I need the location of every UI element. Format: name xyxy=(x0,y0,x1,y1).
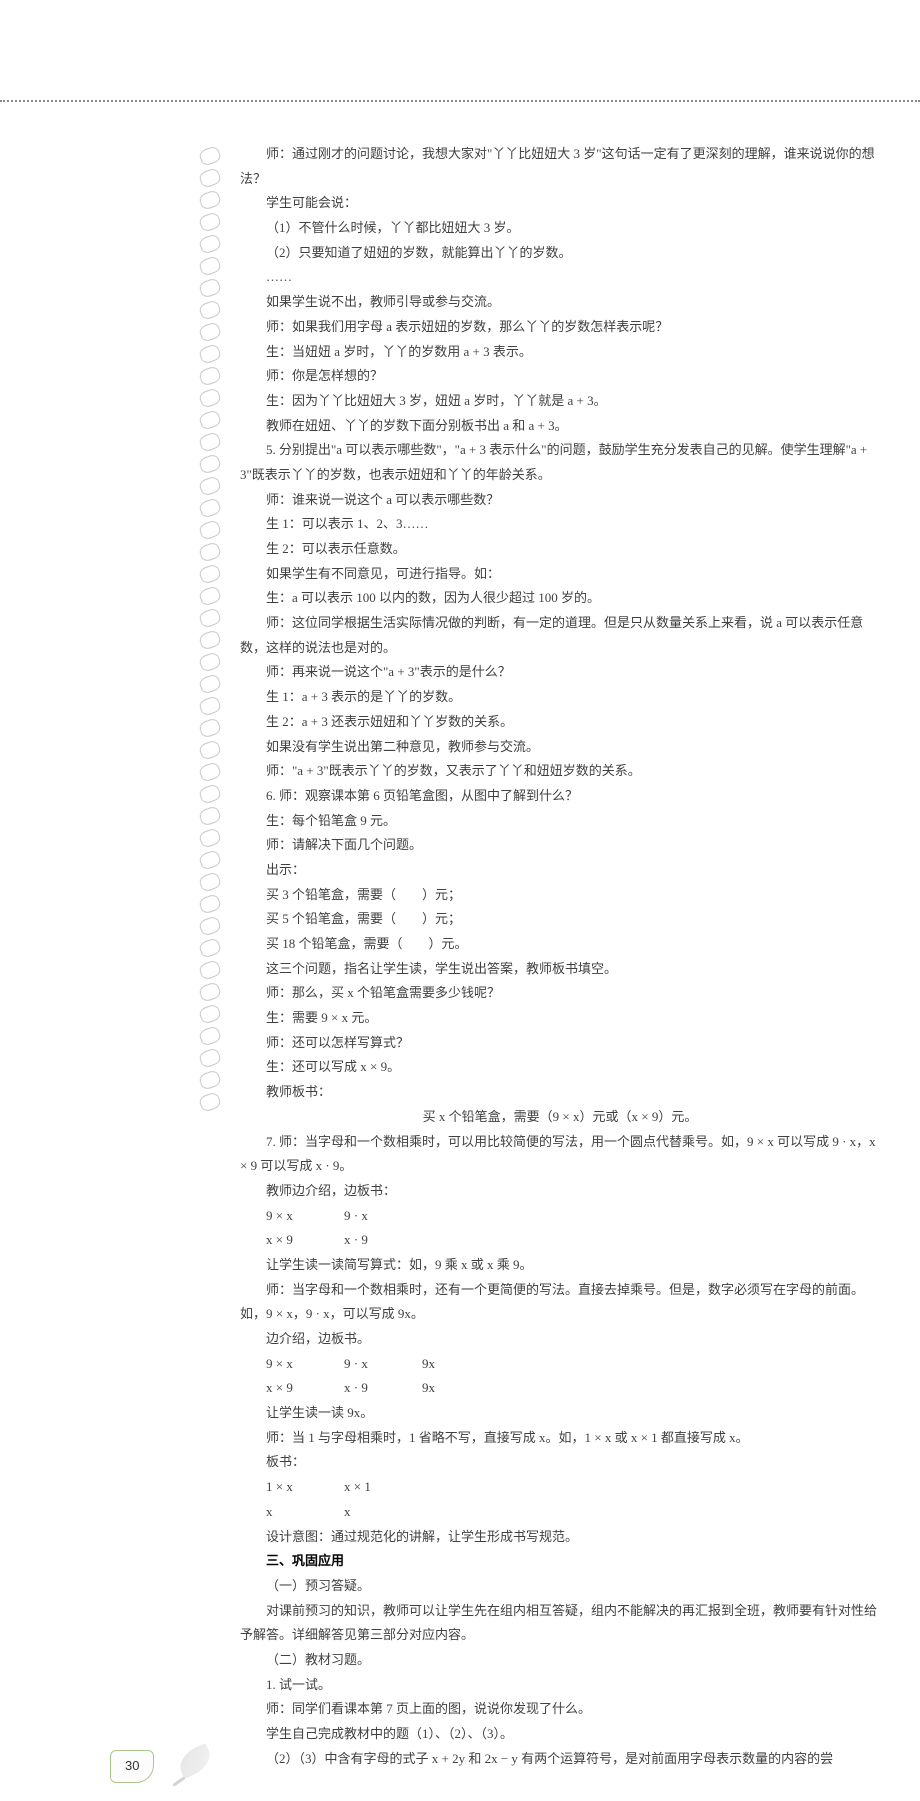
section-heading: 三、巩固应用 xyxy=(240,1549,880,1574)
body-text: 师：这位同学根据生活实际情况做的判断，有一定的道理。但是只从数量关系上来看，说 … xyxy=(240,611,880,660)
body-text: 生：每个铅笔盒 9 元。 xyxy=(240,809,880,834)
body-text: 师：通过刚才的问题讨论，我想大家对"丫丫比妞妞大 3 岁"这句话一定有了更深刻的… xyxy=(240,142,880,191)
board-table: 1 × xx × 1 xx xyxy=(266,1475,880,1524)
body-text: 师：同学们看课本第 7 页上面的图，说说你发现了什么。 xyxy=(240,1697,880,1722)
body-text: 出示： xyxy=(240,858,880,883)
body-text: 对课前预习的知识，教师可以让学生先在组内相互答疑，组内不能解决的再汇报到全班，教… xyxy=(240,1599,880,1648)
board-table: 9 × x9 · x x × 9x · 9 xyxy=(266,1204,880,1253)
body-text: 买 5 个铅笔盒，需要（ ）元； xyxy=(240,907,880,932)
body-text: 边介绍，边板书。 xyxy=(240,1327,880,1352)
body-text: 让学生读一读 9x。 xyxy=(240,1401,880,1426)
feather-icon xyxy=(172,1749,222,1783)
body-text: 6. 师：观察课本第 6 页铅笔盒图，从图中了解到什么？ xyxy=(240,784,880,809)
cell: 9 × x xyxy=(266,1204,344,1229)
body-text: 师："a + 3"既表示丫丫的岁数，又表示了丫丫和妞妞岁数的关系。 xyxy=(240,759,880,784)
body-text: 如果没有学生说出第二种意见，教师参与交流。 xyxy=(240,735,880,760)
body-text: …… xyxy=(240,265,880,290)
cell: 9x xyxy=(422,1376,500,1401)
cell: x × 1 xyxy=(344,1475,422,1500)
body-text: 买 18 个铅笔盒，需要（ ）元。 xyxy=(240,932,880,957)
body-text: 生 1：a + 3 表示的是丫丫的岁数。 xyxy=(240,685,880,710)
body-text: 师：再来说一说这个"a + 3"表示的是什么？ xyxy=(240,660,880,685)
page-body: 师：通过刚才的问题讨论，我想大家对"丫丫比妞妞大 3 岁"这句话一定有了更深刻的… xyxy=(0,142,920,1801)
body-text: 师：你是怎样想的？ xyxy=(240,364,880,389)
body-text: 板书： xyxy=(240,1450,880,1475)
body-text: （2）只要知道了妞妞的岁数，就能算出丫丫的岁数。 xyxy=(240,241,880,266)
body-text: 教师板书： xyxy=(240,1080,880,1105)
body-text: 师：当字母和一个数相乘时，还有一个更简便的写法。直接去掉乘号。但是，数字必须写在… xyxy=(240,1278,880,1327)
body-text: 7. 师：当字母和一个数相乘时，可以用比较简便的写法，用一个圆点代替乘号。如，9… xyxy=(240,1130,880,1179)
body-text: 设计意图：通过规范化的讲解，让学生形成书写规范。 xyxy=(240,1525,880,1550)
body-text: 生 1：可以表示 1、2、3…… xyxy=(240,512,880,537)
page-content: 师：通过刚才的问题讨论，我想大家对"丫丫比妞妞大 3 岁"这句话一定有了更深刻的… xyxy=(240,142,880,1771)
cell: x · 9 xyxy=(344,1228,422,1253)
body-text: （一）预习答疑。 xyxy=(240,1574,880,1599)
cell: 9 · x xyxy=(344,1352,422,1377)
body-text: 师：那么，买 x 个铅笔盒需要多少钱呢？ xyxy=(240,981,880,1006)
body-text: 师：当 1 与字母相乘时，1 省略不写，直接写成 x。如，1 × x 或 x ×… xyxy=(240,1426,880,1451)
page-footer: 30 xyxy=(110,1749,222,1783)
body-text: 如果学生说不出，教师引导或参与交流。 xyxy=(240,290,880,315)
body-text: 生 2：可以表示任意数。 xyxy=(240,537,880,562)
cell: 1 × x xyxy=(266,1475,344,1500)
cell: 9x xyxy=(422,1352,500,1377)
cell: x × 9 xyxy=(266,1228,344,1253)
body-text: 师：如果我们用字母 a 表示妞妞的岁数，那么丫丫的岁数怎样表示呢？ xyxy=(240,315,880,340)
body-text: 教师在妞妞、丫丫的岁数下面分别板书出 a 和 a + 3。 xyxy=(240,414,880,439)
body-text: 如果学生有不同意见，可进行指导。如： xyxy=(240,562,880,587)
body-text: 5. 分别提出"a 可以表示哪些数"，"a + 3 表示什么"的问题，鼓励学生充… xyxy=(240,438,880,487)
body-text: 让学生读一读简写算式：如，9 乘 x 或 x 乘 9。 xyxy=(240,1253,880,1278)
body-text: 师：谁来说一说这个 a 可以表示哪些数？ xyxy=(240,488,880,513)
body-text: 生：当妞妞 a 岁时，丫丫的岁数用 a + 3 表示。 xyxy=(240,340,880,365)
body-text: 师：还可以怎样写算式？ xyxy=(240,1031,880,1056)
board-table: 9 × x9 · x9x x × 9x · 99x xyxy=(266,1352,880,1401)
body-text: 这三个问题，指名让学生读，学生说出答案，教师板书填空。 xyxy=(240,957,880,982)
body-text: 生：因为丫丫比妞妞大 3 岁，妞妞 a 岁时，丫丫就是 a + 3。 xyxy=(240,389,880,414)
body-text-centered: 买 x 个铅笔盒，需要（9 × x）元或（x × 9）元。 xyxy=(240,1105,880,1130)
cell: x xyxy=(266,1500,344,1525)
body-text: 教师边介绍，边板书： xyxy=(240,1179,880,1204)
body-text: 生：还可以写成 x × 9。 xyxy=(240,1055,880,1080)
dotted-divider xyxy=(0,100,920,102)
cell: x · 9 xyxy=(344,1376,422,1401)
body-text: 生 2：a + 3 还表示妞妞和丫丫岁数的关系。 xyxy=(240,710,880,735)
cell: 9 · x xyxy=(344,1204,422,1229)
body-text: （1）不管什么时候，丫丫都比妞妞大 3 岁。 xyxy=(240,216,880,241)
body-text: 生：a 可以表示 100 以内的数，因为人很少超过 100 岁的。 xyxy=(240,586,880,611)
cell: x xyxy=(344,1500,422,1525)
body-text: （二）教材习题。 xyxy=(240,1648,880,1673)
spiral-binding xyxy=(195,142,223,1741)
page-number: 30 xyxy=(110,1750,154,1783)
body-text: 师：请解决下面几个问题。 xyxy=(240,833,880,858)
body-text: （2）（3）中含有字母的式子 x + 2y 和 2x − y 有两个运算符号，是… xyxy=(240,1747,880,1772)
body-text: 1. 试一试。 xyxy=(240,1673,880,1698)
body-text: 买 3 个铅笔盒，需要（ ）元； xyxy=(240,883,880,908)
body-text: 生：需要 9 × x 元。 xyxy=(240,1006,880,1031)
body-text: 学生自己完成教材中的题（1）、（2）、（3）。 xyxy=(240,1722,880,1747)
cell: 9 × x xyxy=(266,1352,344,1377)
body-text: 学生可能会说： xyxy=(240,191,880,216)
cell: x × 9 xyxy=(266,1376,344,1401)
